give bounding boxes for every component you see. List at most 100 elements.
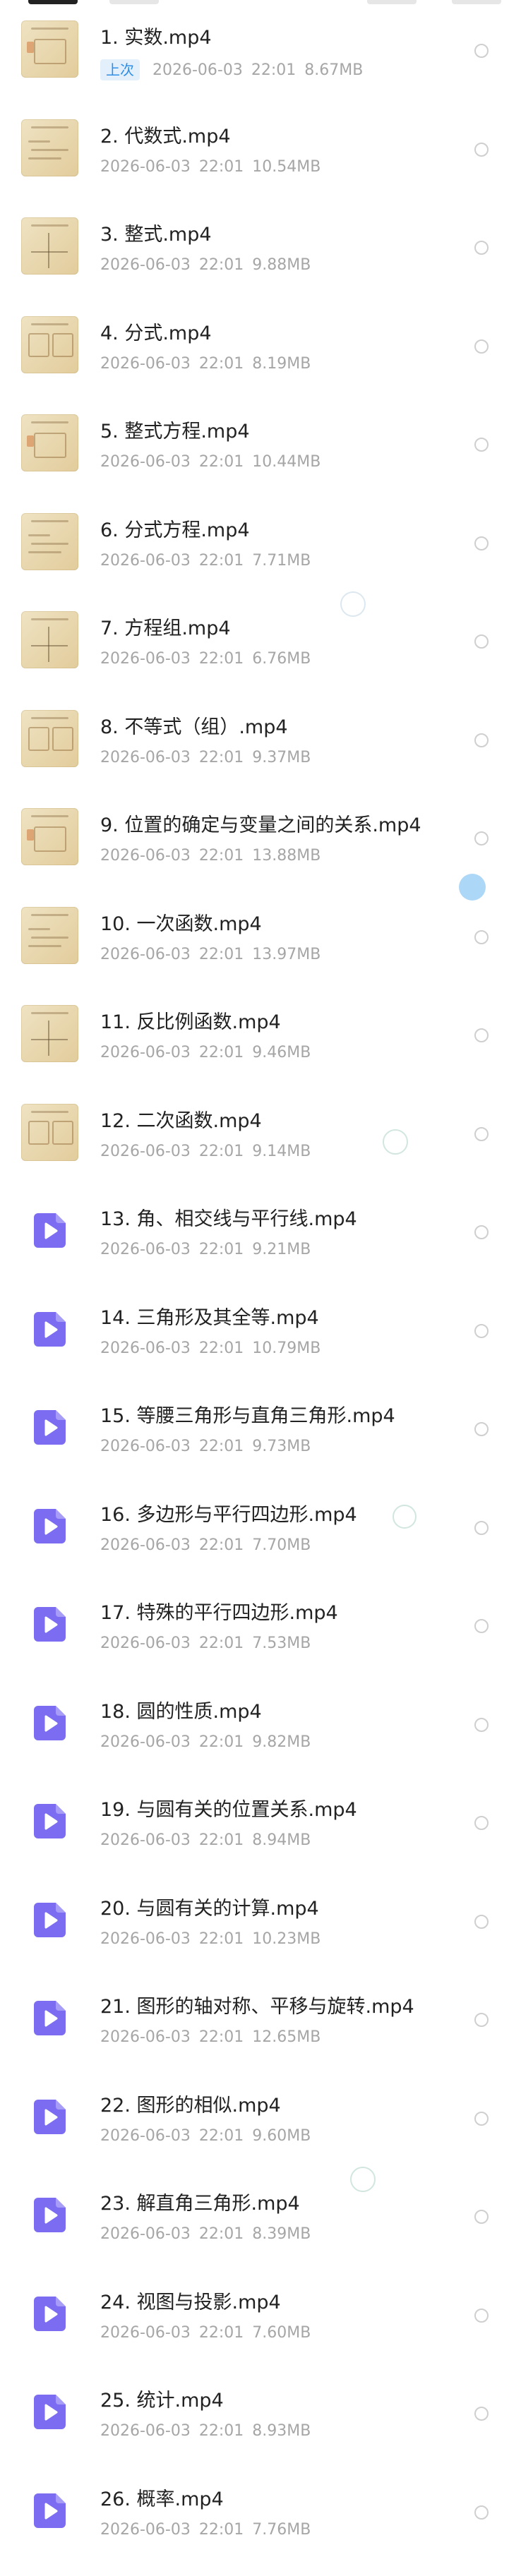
select-radio[interactable] xyxy=(474,1028,489,1042)
video-thumbnail xyxy=(21,907,78,964)
file-row[interactable]: 19. 与圆有关的位置关系.mp4 2026-06-03 22:01 8.94MB xyxy=(0,1772,521,1870)
file-name: 25. 统计.mp4 xyxy=(100,2390,224,2412)
select-radio[interactable] xyxy=(474,1422,489,1436)
file-size: 10.79MB xyxy=(252,1340,321,1357)
video-thumbnail xyxy=(21,611,78,668)
select-radio[interactable] xyxy=(474,1816,489,1830)
file-name: 24. 视图与投影.mp4 xyxy=(100,2292,281,2313)
select-radio[interactable] xyxy=(474,733,489,747)
select-radio[interactable] xyxy=(474,536,489,550)
file-size: 10.23MB xyxy=(252,1930,321,1948)
file-name: 16. 多边形与平行四边形.mp4 xyxy=(100,1504,357,1526)
file-date: 2026-06-03 xyxy=(100,946,191,963)
file-meta: 2026-06-03 22:01 9.88MB xyxy=(100,256,311,275)
file-row[interactable]: 6. 分式方程.mp4 2026-06-03 22:01 7.71MB xyxy=(0,493,521,591)
file-size: 8.94MB xyxy=(252,1831,311,1849)
file-date: 2026-06-03 xyxy=(100,1831,191,1849)
select-radio[interactable] xyxy=(474,1718,489,1732)
file-name: 21. 图形的轴对称、平移与旋转.mp4 xyxy=(100,1996,414,2018)
select-radio[interactable] xyxy=(474,1127,489,1141)
select-radio[interactable] xyxy=(474,2013,489,2027)
file-row[interactable]: 20. 与圆有关的计算.mp4 2026-06-03 22:01 10.23MB xyxy=(0,1871,521,1969)
file-date: 2026-06-03 xyxy=(100,1930,191,1948)
file-date: 2026-06-03 xyxy=(100,650,191,668)
select-radio[interactable] xyxy=(474,2407,489,2421)
file-row[interactable]: 12. 二次函数.mp4 2026-06-03 22:01 9.14MB xyxy=(0,1083,521,1181)
select-radio[interactable] xyxy=(474,339,489,354)
file-row[interactable]: 17. 特殊的平行四边形.mp4 2026-06-03 22:01 7.53MB xyxy=(0,1575,521,1673)
file-date: 2026-06-03 xyxy=(100,749,191,766)
file-meta: 2026-06-03 22:01 9.14MB xyxy=(100,1143,311,1161)
select-radio[interactable] xyxy=(474,1915,489,1929)
select-radio[interactable] xyxy=(474,1521,489,1535)
file-name: 10. 一次函数.mp4 xyxy=(100,913,262,935)
select-radio[interactable] xyxy=(474,930,489,944)
file-name: 7. 方程组.mp4 xyxy=(100,618,231,639)
file-size: 9.60MB xyxy=(252,2127,311,2145)
file-time: 22:01 xyxy=(198,1635,244,1652)
file-meta: 2026-06-03 22:01 8.93MB xyxy=(100,2422,311,2440)
select-radio[interactable] xyxy=(474,44,489,58)
file-name: 20. 与圆有关的计算.mp4 xyxy=(100,1898,319,1920)
touch-ripple xyxy=(340,591,366,617)
select-radio[interactable] xyxy=(474,1225,489,1239)
file-row[interactable]: 7. 方程组.mp4 2026-06-03 22:01 6.76MB xyxy=(0,591,521,689)
file-row[interactable]: 5. 整式方程.mp4 2026-06-03 22:01 10.44MB xyxy=(0,394,521,492)
play-video-icon xyxy=(34,2493,66,2528)
select-radio[interactable] xyxy=(474,2210,489,2224)
video-thumbnail xyxy=(21,1005,78,1062)
file-row[interactable]: 10. 一次函数.mp4 2026-06-03 22:01 13.97MB xyxy=(0,886,521,985)
file-meta: 2026-06-03 22:01 10.54MB xyxy=(100,158,321,176)
file-time: 22:01 xyxy=(198,2324,244,2342)
file-row[interactable]: 21. 图形的轴对称、平移与旋转.mp4 2026-06-03 22:01 12.65… xyxy=(0,1969,521,2067)
file-row[interactable]: 1. 实数.mp4 上次 2026-06-03 22:01 8.67MB xyxy=(0,0,521,98)
file-row[interactable]: 8. 不等式（组）.mp4 2026-06-03 22:01 9.37MB xyxy=(0,690,521,788)
file-time: 22:01 xyxy=(251,61,297,79)
file-size: 9.82MB xyxy=(252,1733,311,1751)
file-row[interactable]: 3. 整式.mp4 2026-06-03 22:01 9.88MB xyxy=(0,197,521,295)
file-row[interactable]: 18. 圆的性质.mp4 2026-06-03 22:01 9.82MB xyxy=(0,1674,521,1772)
file-time: 22:01 xyxy=(198,946,244,963)
file-time: 22:01 xyxy=(198,1241,244,1258)
file-row[interactable]: 16. 多边形与平行四边形.mp4 2026-06-03 22:01 7.70MB xyxy=(0,1477,521,1575)
select-radio[interactable] xyxy=(474,438,489,452)
file-row[interactable]: 23. 解直角三角形.mp4 2026-06-03 22:01 8.39MB xyxy=(0,2166,521,2264)
file-row[interactable]: 13. 角、相交线与平行线.mp4 2026-06-03 22:01 9.21MB xyxy=(0,1181,521,1280)
file-date: 2026-06-03 xyxy=(100,847,191,865)
file-name: 17. 特殊的平行四边形.mp4 xyxy=(100,1602,338,1624)
select-radio[interactable] xyxy=(474,241,489,255)
file-row[interactable]: 9. 位置的确定与变量之间的关系.mp4 2026-06-03 22:01 13.88… xyxy=(0,788,521,886)
file-meta: 2026-06-03 22:01 9.21MB xyxy=(100,1241,311,1259)
select-radio[interactable] xyxy=(474,143,489,157)
file-size: 8.39MB xyxy=(252,2225,311,2243)
last-played-badge: 上次 xyxy=(100,59,140,80)
file-row[interactable]: 4. 分式.mp4 2026-06-03 22:01 8.19MB xyxy=(0,296,521,394)
select-radio[interactable] xyxy=(474,2309,489,2323)
select-radio[interactable] xyxy=(474,2505,489,2520)
file-row[interactable]: 15. 等腰三角形与直角三角形.mp4 2026-06-03 22:01 9.73MB xyxy=(0,1378,521,1476)
select-radio[interactable] xyxy=(474,2112,489,2126)
file-row[interactable]: 25. 统计.mp4 2026-06-03 22:01 8.93MB xyxy=(0,2363,521,2461)
file-date: 2026-06-03 xyxy=(100,1536,191,1554)
select-radio[interactable] xyxy=(474,1619,489,1633)
play-video-icon xyxy=(34,1903,66,1937)
file-row[interactable]: 22. 图形的相似.mp4 2026-06-03 22:01 9.60MB xyxy=(0,2068,521,2166)
file-row[interactable]: 11. 反比例函数.mp4 2026-06-03 22:01 9.46MB xyxy=(0,985,521,1083)
file-time: 22:01 xyxy=(198,1831,244,1849)
file-row[interactable]: 26. 概率.mp4 2026-06-03 22:01 7.76MB xyxy=(0,2462,521,2560)
select-radio[interactable] xyxy=(474,831,489,845)
file-row[interactable]: 14. 三角形及其全等.mp4 2026-06-03 22:01 10.79MB xyxy=(0,1280,521,1378)
file-date: 2026-06-03 xyxy=(100,1733,191,1751)
file-size: 9.88MB xyxy=(252,256,311,274)
play-video-icon xyxy=(34,1410,66,1445)
file-row[interactable]: 24. 视图与投影.mp4 2026-06-03 22:01 7.60MB xyxy=(0,2265,521,2363)
play-video-icon xyxy=(34,2297,66,2331)
select-radio[interactable] xyxy=(474,1324,489,1338)
select-radio[interactable] xyxy=(474,634,489,649)
video-thumbnail xyxy=(21,808,78,865)
floating-action-dot[interactable] xyxy=(459,874,486,901)
file-size: 9.46MB xyxy=(252,1044,311,1061)
play-video-icon xyxy=(34,1804,66,1838)
file-row[interactable]: 2. 代数式.mp4 2026-06-03 22:01 10.54MB xyxy=(0,99,521,197)
file-date: 2026-06-03 xyxy=(100,1143,191,1160)
